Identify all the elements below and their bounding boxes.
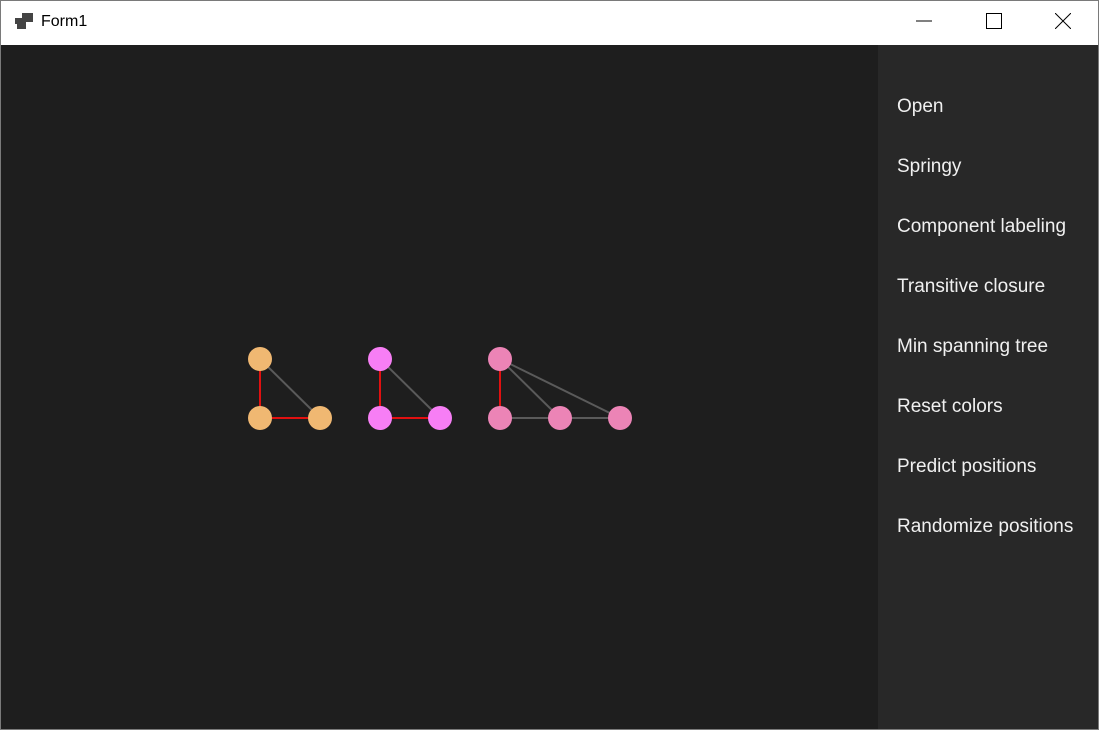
graph-node-a1[interactable] xyxy=(248,347,272,371)
close-icon xyxy=(1054,12,1072,33)
menu-item-springy[interactable]: Springy xyxy=(897,156,961,178)
menu-item-reset-colors[interactable]: Reset colors xyxy=(897,396,1003,418)
menu-item-open[interactable]: Open xyxy=(897,96,943,118)
graph-node-b2[interactable] xyxy=(368,406,392,430)
graph-svg[interactable] xyxy=(1,45,878,729)
menu-item-min-spanning-tree[interactable]: Min spanning tree xyxy=(897,336,1048,358)
graph-node-a3[interactable] xyxy=(308,406,332,430)
graph-node-c3[interactable] xyxy=(548,406,572,430)
graph-node-b3[interactable] xyxy=(428,406,452,430)
graph-node-a2[interactable] xyxy=(248,406,272,430)
graph-edge-b1-b3 xyxy=(379,358,441,419)
menu-item-randomize-positions[interactable]: Randomize positions xyxy=(897,516,1073,538)
menu-item-component-labeling[interactable]: Component labeling xyxy=(897,216,1066,238)
maximize-button[interactable] xyxy=(959,1,1029,45)
graph-node-c4[interactable] xyxy=(608,406,632,430)
graph-node-b1[interactable] xyxy=(368,347,392,371)
menu-item-transitive-closure[interactable]: Transitive closure xyxy=(897,276,1045,298)
window-title: Form1 xyxy=(41,13,88,30)
sidebar-menu: Open Springy Component labeling Transiti… xyxy=(878,45,1098,729)
minimize-icon xyxy=(916,13,932,33)
minimize-button[interactable] xyxy=(889,1,959,45)
graph-canvas[interactable] xyxy=(1,45,878,729)
graph-edge-c1-c3 xyxy=(499,358,561,419)
menu-item-predict-positions[interactable]: Predict positions xyxy=(897,456,1036,478)
close-button[interactable] xyxy=(1028,1,1098,45)
graph-node-c2[interactable] xyxy=(488,406,512,430)
app-window: Form1 Open Springy Component labeling Tr… xyxy=(0,0,1099,730)
title-bar[interactable]: Form1 xyxy=(1,1,1098,45)
app-icon xyxy=(15,13,35,33)
graph-edge-a1-a3 xyxy=(259,358,321,419)
graph-node-c1[interactable] xyxy=(488,347,512,371)
maximize-icon xyxy=(986,13,1002,33)
